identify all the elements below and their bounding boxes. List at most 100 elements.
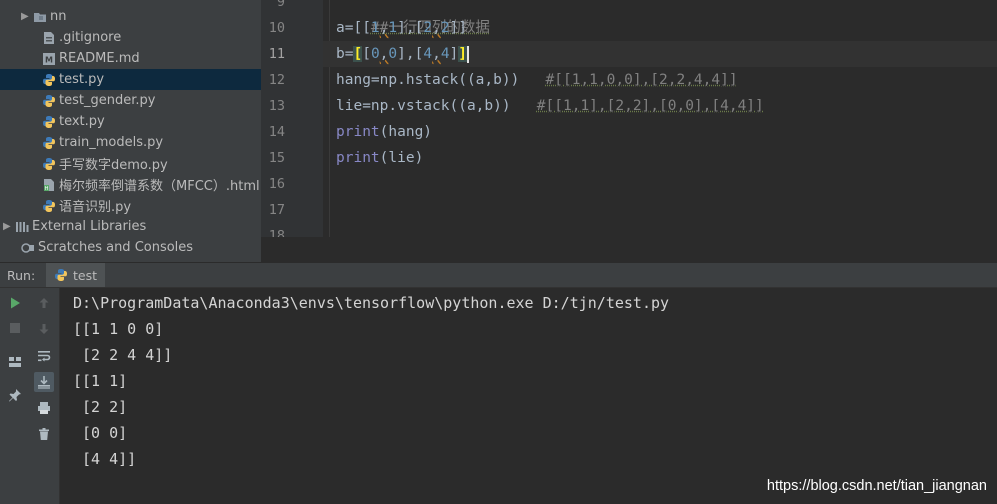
console-line: [4 4]] (73, 450, 137, 468)
down-arrow-icon[interactable] (34, 319, 54, 339)
tree-item-mfcc-html[interactable]: H 梅尔频率倒谱系数（MFCC）.html (0, 174, 261, 195)
console-line: [[1 1 0 0] (73, 320, 164, 338)
matched-bracket: [ (353, 46, 363, 62)
run-toolbar-primary (0, 288, 30, 504)
console-line: [[1 1] (73, 372, 128, 390)
code-line-11[interactable]: b=[[0,0],[4,4]] (336, 41, 470, 67)
tree-item-test-gender-py[interactable]: test_gender.py (0, 90, 261, 111)
code-number: 1 (370, 20, 380, 36)
svg-text:M: M (45, 55, 53, 64)
tree-item-label: test.py (59, 72, 105, 87)
scroll-to-end-icon[interactable] (34, 372, 54, 392)
tree-item-text-py[interactable]: text.py (0, 111, 261, 132)
chevron-right-icon[interactable]: ▶ (21, 11, 33, 22)
trash-icon[interactable] (34, 424, 54, 444)
tree-item-external-libraries[interactable]: ▶ External Libraries (0, 216, 261, 237)
tree-item-label: text.py (59, 114, 105, 129)
run-label: Run: (7, 268, 36, 283)
run-tab-label: test (73, 267, 98, 283)
html-file-icon: H (42, 178, 56, 192)
code-line-9[interactable]: ##一行四列的数据 (336, 0, 490, 36)
tree-item-label: .gitignore (59, 30, 122, 45)
tree-item-test-py[interactable]: test.py (0, 69, 261, 90)
line-number: 18 (268, 228, 285, 237)
tree-item-label: 梅尔频率倒谱系数（MFCC）.html (59, 179, 260, 194)
code-token: hang=np.hstack((a,b)) (336, 72, 546, 88)
code-token: [ (362, 46, 371, 62)
tree-item-label: README.md (59, 51, 140, 66)
tree-item-speech-py[interactable]: 语音识别.py (0, 195, 261, 216)
code-number: 0 (370, 46, 380, 62)
tree-item-scratches[interactable]: Scratches and Consoles (0, 237, 261, 258)
code-token: ],[ (397, 20, 424, 36)
code-builtin: print (336, 124, 380, 140)
console-line: [0 0] (73, 424, 128, 442)
code-comment: #[[1,1],[2,2],[0,0],[4,4]] (536, 98, 764, 114)
code-line-12[interactable]: hang=np.hstack((a,b)) #[[1,1,0,0],[2,2,4… (336, 67, 738, 93)
layout-icon[interactable] (5, 352, 25, 372)
line-number: 14 (268, 124, 285, 140)
stop-icon[interactable] (5, 318, 25, 338)
line-number: 17 (268, 202, 285, 218)
text-caret (467, 45, 470, 63)
tree-item-label: External Libraries (32, 219, 147, 234)
code-token: b= (336, 46, 354, 62)
code-number: 2 (423, 20, 433, 36)
run-console-output[interactable]: D:\ProgramData\Anaconda3\envs\tensorflow… (60, 288, 997, 504)
line-number: 12 (268, 72, 285, 88)
python-file-icon (54, 268, 68, 282)
tree-item-label: 手写数字demo.py (59, 158, 168, 173)
python-file-icon (42, 136, 56, 150)
watermark-text: https://blog.csdn.net/tian_jiangnan (766, 478, 987, 494)
folder-icon (33, 10, 47, 24)
code-number: 4 (423, 46, 433, 62)
pin-icon[interactable] (5, 385, 25, 405)
fold-gutter-divider (329, 0, 330, 237)
code-token: , (432, 46, 441, 62)
python-file-icon (42, 199, 56, 213)
code-line-13[interactable]: lie=np.vstack((a,b)) #[[1,1],[2,2],[0,0]… (336, 93, 764, 119)
line-number: 10 (268, 20, 285, 36)
code-line-15[interactable]: print(lie) (336, 145, 423, 171)
run-toolbar-secondary (30, 288, 60, 504)
python-file-icon (42, 94, 56, 108)
code-comment: #[[1,1,0,0],[2,2,4,4]] (545, 72, 738, 88)
ignore-file-icon (42, 31, 56, 45)
line-number: 11 (268, 46, 285, 62)
tree-item-gitignore[interactable]: .gitignore (0, 27, 261, 48)
code-line-10[interactable]: a=[[1,1],[2,2]] (336, 15, 467, 41)
line-number: 15 (268, 150, 285, 166)
run-tool-window-header: Run: test (0, 263, 997, 288)
project-tree: ▶ nn .gitignore M README.md test.py test… (0, 0, 261, 262)
svg-text:H: H (45, 186, 49, 192)
code-number: 2 (440, 20, 450, 36)
code-line-14[interactable]: print(hang) (336, 119, 432, 145)
line-number-gutter: 9 10 11 12 13 14 15 16 17 18 (261, 0, 323, 237)
code-token: a=[[ (336, 20, 371, 36)
line-number: 9 (276, 0, 285, 10)
soft-wrap-icon[interactable] (34, 346, 54, 366)
tree-item-label: test_gender.py (59, 93, 156, 108)
code-editor[interactable]: 9 10 11 12 13 14 15 16 17 18 ##一行四列的数据 a… (261, 0, 997, 237)
up-arrow-icon[interactable] (34, 293, 54, 313)
chevron-right-icon[interactable]: ▶ (3, 221, 15, 232)
libraries-icon (15, 220, 29, 234)
tree-item-nn[interactable]: ▶ nn (0, 6, 261, 27)
code-token: lie=np.vstack((a,b)) (336, 98, 537, 114)
tree-item-digits-demo-py[interactable]: 手写数字demo.py (0, 153, 261, 174)
print-icon[interactable] (34, 398, 54, 418)
tree-item-readme[interactable]: M README.md (0, 48, 261, 69)
run-tab-test[interactable]: test (46, 263, 106, 287)
rerun-icon[interactable] (5, 293, 25, 313)
markdown-file-icon: M (42, 52, 56, 66)
code-number: 1 (388, 20, 398, 36)
code-number: 4 (440, 46, 450, 62)
console-line: [2 2 4 4]] (73, 346, 173, 364)
tree-item-label: 语音识别.py (59, 200, 132, 215)
tree-item-train-models-py[interactable]: train_models.py (0, 132, 261, 153)
matched-bracket: ] (458, 46, 468, 62)
code-token: ],[ (397, 46, 424, 62)
tree-item-label: nn (50, 9, 67, 24)
code-token: , (432, 20, 441, 36)
code-token: ] (449, 46, 459, 62)
